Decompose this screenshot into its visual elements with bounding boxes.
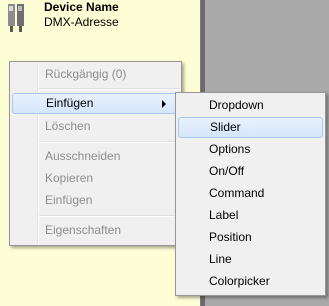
menu-separator — [39, 141, 179, 143]
menu-separator — [39, 88, 179, 90]
menu-item-undo[interactable]: Rückgängig (0) — [12, 64, 179, 85]
menu-item-insert-label: Einfügen — [46, 96, 94, 110]
submenu-item-command[interactable]: Command — [178, 183, 323, 204]
submenu-item-command-label: Command — [209, 186, 265, 200]
submenu-item-colorpicker-label: Colorpicker — [209, 274, 270, 288]
menu-separator — [39, 215, 179, 217]
submenu-item-colorpicker[interactable]: Colorpicker — [178, 271, 323, 292]
submenu-item-line-label: Line — [209, 252, 232, 266]
menu-item-cut[interactable]: Ausschneiden — [12, 146, 179, 167]
menu-item-delete-label: Löschen — [45, 119, 91, 133]
chevron-right-icon — [162, 100, 166, 108]
menu-item-properties-label: Eigenschaften — [45, 223, 122, 237]
submenu-item-dropdown-label: Dropdown — [209, 98, 264, 112]
submenu-item-slider[interactable]: Slider — [178, 117, 323, 138]
menu-item-properties[interactable]: Eigenschaften — [12, 220, 179, 241]
device-name: Device Name — [44, 0, 119, 14]
submenu-item-options[interactable]: Options — [178, 139, 323, 160]
menu-item-cut-label: Ausschneiden — [45, 149, 121, 163]
submenu-item-on-off-label: On/Off — [209, 164, 245, 178]
submenu-item-position[interactable]: Position — [178, 227, 323, 248]
menu-item-undo-label: Rückgängig (0) — [45, 67, 127, 81]
submenu-item-label[interactable]: Label — [178, 205, 323, 226]
context-menu: Rückgängig (0) Einfügen Löschen Ausschne… — [9, 61, 182, 246]
menu-item-delete[interactable]: Löschen — [12, 116, 179, 137]
menu-item-paste[interactable]: Einfügen — [12, 190, 179, 211]
menu-item-insert[interactable]: Einfügen — [12, 93, 179, 114]
submenu-item-line[interactable]: Line — [178, 249, 323, 270]
submenu-item-position-label: Position — [209, 230, 252, 244]
device-dmx-address-label: DMX-Adresse — [44, 15, 119, 29]
submenu-item-options-label: Options — [209, 142, 251, 156]
submenu-item-label-label: Label — [209, 208, 239, 222]
device-fixture-icon — [8, 4, 24, 32]
submenu-item-slider-label: Slider — [210, 120, 241, 134]
insert-submenu: Dropdown Slider Options On/Off Command L… — [175, 92, 326, 296]
submenu-item-on-off[interactable]: On/Off — [178, 161, 323, 182]
menu-item-copy-label: Kopieren — [45, 171, 94, 185]
submenu-item-dropdown[interactable]: Dropdown — [178, 95, 323, 116]
menu-item-paste-label: Einfügen — [45, 193, 93, 207]
menu-item-copy[interactable]: Kopieren — [12, 168, 179, 189]
